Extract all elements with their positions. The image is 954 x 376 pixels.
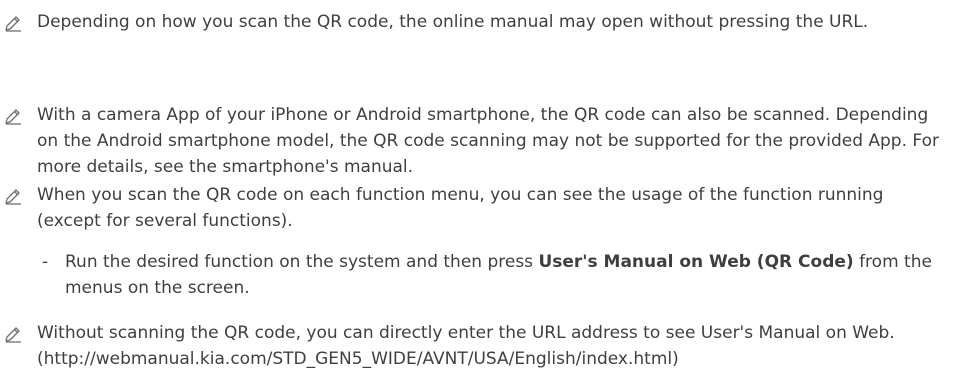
note-1: Depending on how you scan the QR code, t… — [0, 9, 954, 35]
dash-bullet: - — [42, 252, 49, 272]
sub-item: - Run the desired function on the system… — [37, 249, 937, 301]
users-manual-on-web-label: User's Manual on Web (QR Code) — [538, 252, 854, 272]
pencil-note-icon — [4, 107, 22, 125]
note-text: Without scanning the QR code, you can di… — [37, 323, 895, 369]
note-text: With a camera App of your iPhone or Andr… — [37, 105, 939, 177]
note-4: Without scanning the QR code, you can di… — [0, 320, 954, 372]
sub-item-prefix: Run the desired function on the system a… — [65, 252, 539, 272]
note-3: When you scan the QR code on each functi… — [0, 182, 954, 234]
note-2: With a camera App of your iPhone or Andr… — [0, 102, 954, 180]
pencil-note-icon — [4, 14, 22, 32]
pencil-note-icon — [4, 325, 22, 343]
note-text: When you scan the QR code on each functi… — [37, 185, 884, 231]
sub-item-text: Run the desired function on the system a… — [65, 249, 937, 301]
note-text: Depending on how you scan the QR code, t… — [37, 12, 869, 32]
pencil-note-icon — [4, 187, 22, 205]
